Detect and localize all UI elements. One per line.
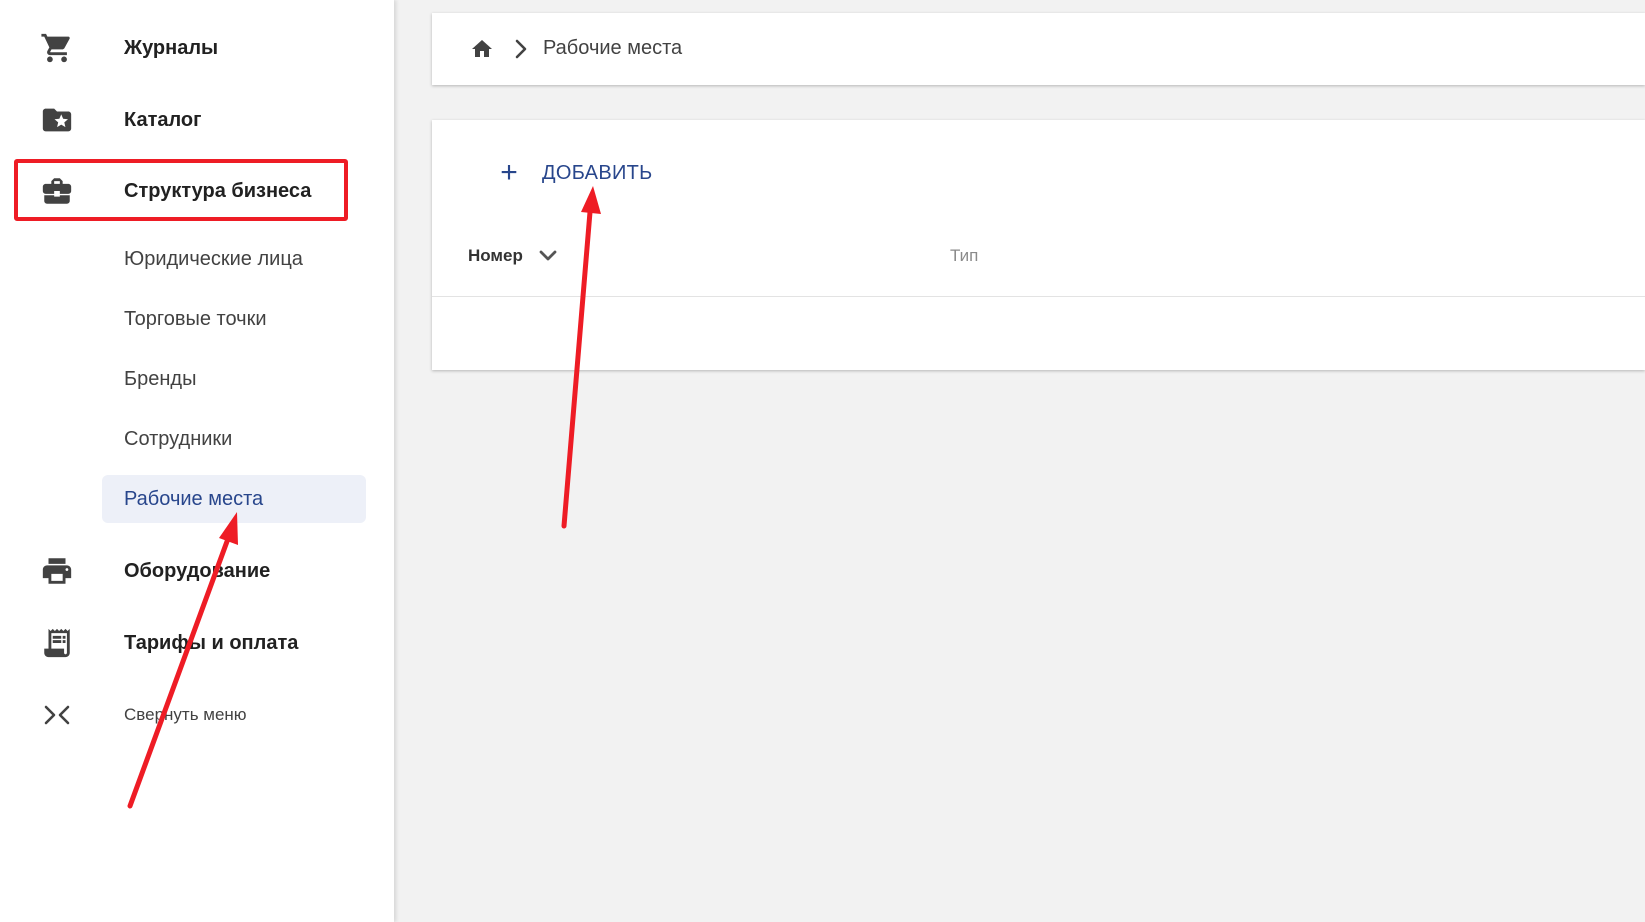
folder-star-icon [40,103,74,137]
sidebar-item-label: Журналы [124,36,219,59]
sidebar-subitem-workplaces[interactable]: Рабочие места [102,475,366,523]
sidebar-subitem-stores[interactable]: Торговые точки [102,295,366,343]
sidebar-subitem-label: Юридические лица [124,247,303,270]
sidebar-subitem-label: Рабочие места [124,487,264,510]
sidebar-item-label: Каталог [124,108,202,131]
column-header-number[interactable]: Номер [468,246,557,266]
add-button[interactable]: + ДОБАВИТЬ [494,153,653,193]
sidebar-subitem-label: Торговые точки [124,307,267,330]
breadcrumb-current: Рабочие места [543,37,683,59]
printer-icon [40,554,74,588]
column-header-type[interactable]: Тип [950,246,978,266]
sidebar-item-tariffs[interactable]: Тарифы и оплата [14,610,352,676]
chevron-right-icon [512,39,530,64]
annotation-highlight-box [14,159,348,221]
sidebar-subitem-brands[interactable]: Бренды [102,355,366,403]
home-icon[interactable] [470,37,494,66]
sidebar-item-journals[interactable]: Журналы [14,15,352,81]
sidebar-subitem-employees[interactable]: Сотрудники [102,415,366,463]
workplaces-table-card: + ДОБАВИТЬ Номер Тип [432,120,1645,370]
sidebar: Журналы Каталог Структура бизнеса Юридич… [0,0,394,922]
collapse-menu-label: Свернуть меню [124,705,247,724]
sidebar-item-label: Тарифы и оплата [124,631,299,654]
collapse-menu-button[interactable]: Свернуть меню [14,682,352,748]
breadcrumb: Рабочие места [432,13,1645,85]
table-row-faded-cell [468,322,508,336]
table-divider [432,296,1645,297]
column-header-label: Номер [468,246,523,265]
sidebar-item-catalog[interactable]: Каталог [14,87,352,153]
collapse-icon [40,698,74,732]
plus-icon: + [500,156,518,189]
receipt-icon [40,626,74,660]
sidebar-item-label: Оборудование [124,559,271,582]
sidebar-item-equipment[interactable]: Оборудование [14,538,352,604]
sidebar-subitem-label: Сотрудники [124,427,233,450]
sidebar-subitem-legal-entities[interactable]: Юридические лица [102,235,366,283]
add-button-label: ДОБАВИТЬ [542,161,653,184]
cart-icon [40,31,74,65]
column-header-label: Тип [950,246,979,265]
sidebar-subitem-label: Бренды [124,367,197,390]
chevron-down-icon[interactable] [539,249,557,263]
